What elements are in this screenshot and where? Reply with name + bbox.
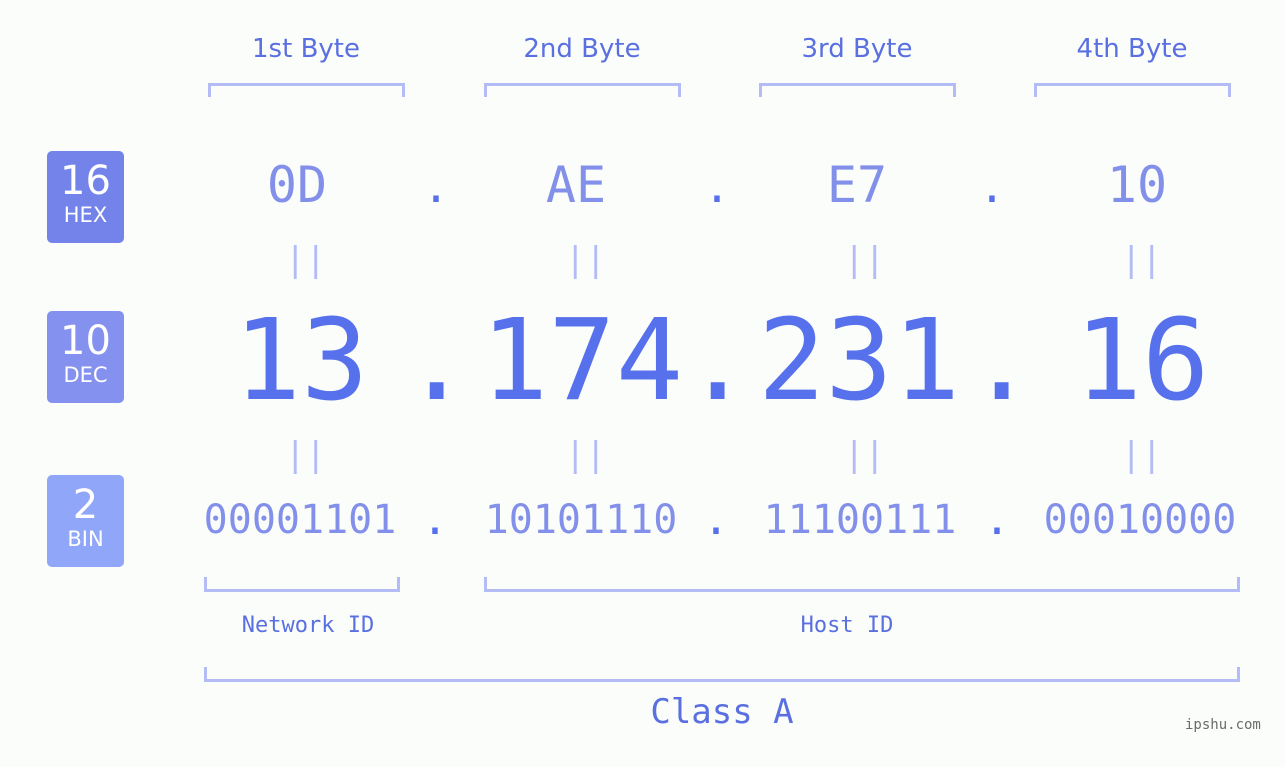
byte-bracket-4 — [1034, 83, 1231, 97]
class-bracket — [204, 667, 1240, 682]
dec-byte-2: 174 — [480, 296, 684, 426]
byte-bracket-2 — [484, 83, 681, 97]
equals-icon: || — [285, 435, 326, 475]
dec-label: DEC — [63, 363, 108, 387]
bin-byte-1: 00001101 — [203, 497, 397, 543]
byte-header-4: 4th Byte — [1076, 34, 1188, 64]
equals-icon: || — [844, 435, 885, 475]
network-id-label: Network ID — [241, 613, 375, 638]
dec-byte-3: 231 — [757, 296, 961, 426]
dec-byte-4: 16 — [1074, 296, 1210, 426]
hex-base: 16 — [60, 158, 111, 204]
host-id-label: Host ID — [800, 613, 894, 638]
equals-icon: || — [844, 240, 885, 280]
byte-header-2: 2nd Byte — [523, 34, 641, 64]
hex-byte-3: E7 — [826, 156, 888, 214]
equals-icon: || — [565, 240, 606, 280]
equals-icon: || — [565, 435, 606, 475]
bin-byte-3: 11100111 — [763, 497, 957, 543]
equals-icon: || — [285, 240, 326, 280]
dec-base: 10 — [60, 318, 111, 364]
equals-icon: || — [1121, 240, 1162, 280]
hex-badge: 16 HEX — [47, 151, 124, 243]
hex-byte-1: 0D — [266, 156, 328, 214]
dec-byte-1: 13 — [233, 296, 369, 426]
host-id-bracket — [484, 577, 1240, 592]
byte-header-3: 3rd Byte — [801, 34, 913, 64]
network-id-bracket — [204, 577, 400, 592]
bin-byte-2: 10101110 — [484, 497, 678, 543]
byte-bracket-3 — [759, 83, 956, 97]
bin-badge: 2 BIN — [47, 475, 124, 567]
ip-class-label: Class A — [650, 692, 794, 732]
dec-badge: 10 DEC — [47, 311, 124, 403]
byte-bracket-1 — [208, 83, 405, 97]
bin-byte-4: 00010000 — [1043, 497, 1237, 543]
equals-icon: || — [1121, 435, 1162, 475]
hex-label: HEX — [63, 203, 108, 227]
hex-byte-4: 10 — [1106, 156, 1168, 214]
bin-base: 2 — [72, 482, 99, 528]
watermark: ipshu.com — [1185, 717, 1261, 733]
hex-separator-2: . — [703, 162, 731, 213]
hex-byte-2: AE — [545, 156, 607, 214]
hex-separator-1: . — [422, 162, 450, 213]
hex-separator-3: . — [978, 162, 1006, 213]
bin-label: BIN — [67, 527, 104, 551]
byte-header-1: 1st Byte — [252, 34, 360, 64]
